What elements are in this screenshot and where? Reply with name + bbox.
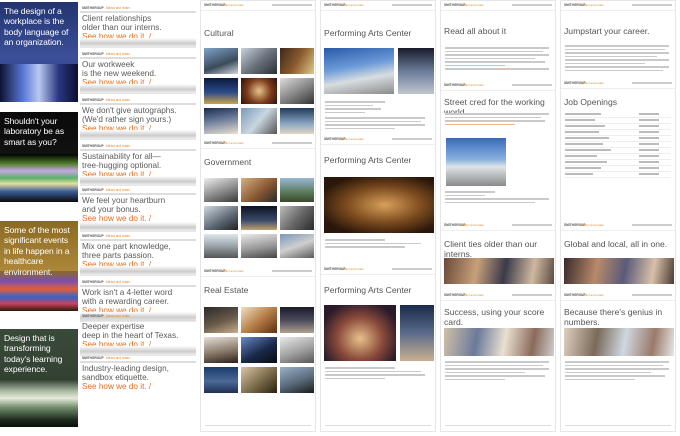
section-title-pac-2: Performing Arts Center — [324, 155, 412, 165]
article-title-client: Client ties older than our interns. — [444, 239, 538, 259]
people-photo[interactable] — [443, 257, 555, 285]
photo[interactable] — [279, 47, 315, 75]
slice-7[interactable]: SMITHGROUP Attract and retain Deeper exper… — [80, 312, 196, 356]
slice-1[interactable]: SMITHGROUP Attract and retain Our workweek… — [80, 50, 196, 94]
careers-page: SMITHGROUP Attract and retain Jumpstart y… — [560, 0, 676, 432]
slice-2[interactable]: SMITHGROUP Attract and retain We don't giv… — [80, 96, 196, 140]
section-title-realestate: Real Estate — [204, 285, 249, 295]
career-title-global: Global and local, all in one. — [564, 239, 668, 249]
banner-text: Shouldn't your laboratory be as smart as… — [4, 116, 65, 147]
people-photo[interactable] — [563, 327, 675, 357]
banner-laboratory[interactable]: Shouldn't your laboratory be as smart as… — [0, 112, 78, 202]
job-row[interactable] — [565, 143, 671, 148]
photo[interactable] — [279, 205, 315, 231]
people-photo[interactable] — [443, 327, 555, 357]
photo[interactable] — [203, 205, 239, 231]
photo[interactable] — [203, 336, 239, 364]
slice-4[interactable]: SMITHGROUP Attract and retain We feel your… — [80, 186, 196, 232]
photo[interactable] — [203, 107, 239, 135]
photo[interactable] — [399, 304, 435, 362]
photo[interactable] — [279, 107, 315, 135]
photo[interactable] — [279, 336, 315, 364]
job-row[interactable] — [565, 131, 671, 136]
photo[interactable] — [240, 177, 278, 203]
photo[interactable] — [240, 77, 278, 105]
career-title-genius: Because there's genius in numbers. — [564, 307, 663, 327]
banner-workplace[interactable]: The design of a workplace is the body la… — [0, 2, 78, 102]
job-row[interactable] — [565, 173, 671, 178]
section-title-pac-1: Performing Arts Center — [324, 28, 412, 38]
career-title-jobs: Job Openings — [564, 97, 618, 107]
article-title-success: Success, using your score card. — [444, 307, 545, 327]
banner-healthcare[interactable]: Some of the most significant events in l… — [0, 221, 78, 311]
slice-8[interactable]: SMITHGROUP Attract and retain Industry-lea… — [80, 354, 196, 432]
job-row[interactable] — [565, 137, 671, 142]
photo[interactable] — [279, 366, 315, 394]
photo[interactable] — [240, 233, 278, 259]
pac-page: SMITHGROUP Attract and retain Performing … — [320, 0, 436, 432]
photo[interactable] — [203, 233, 239, 259]
banner-text: The design of a workplace is the body la… — [4, 6, 69, 48]
hero-photo[interactable] — [323, 47, 395, 95]
photo[interactable] — [203, 47, 239, 75]
headline-column: SMITHGROUP Attract and retain Client relat… — [80, 0, 198, 436]
photo[interactable] — [203, 366, 239, 394]
photo[interactable] — [203, 306, 239, 334]
photo[interactable] — [240, 336, 278, 364]
article-page: SMITHGROUP Attract and retain Read all ab… — [440, 0, 556, 432]
article-title-read: Read all about it — [444, 26, 507, 36]
photo[interactable] — [240, 107, 278, 135]
photo[interactable] — [279, 233, 315, 259]
job-row[interactable] — [565, 125, 671, 130]
job-row[interactable] — [565, 155, 671, 160]
photo[interactable] — [397, 47, 435, 95]
job-row[interactable] — [565, 149, 671, 154]
career-title-jump: Jumpstart your career. — [564, 26, 650, 36]
slice-5[interactable]: SMITHGROUP Attract and retain Mix one part… — [80, 232, 196, 276]
banner-column: The design of a workplace is the body la… — [0, 0, 80, 436]
slice-0[interactable]: SMITHGROUP Attract and retain Client relat… — [80, 4, 196, 48]
banner-text: Some of the most significant events in l… — [4, 225, 70, 277]
photo[interactable] — [203, 177, 239, 203]
see-how-link[interactable]: See how we do it. / — [82, 382, 182, 392]
banner-learning[interactable]: Design that is transforming today's lear… — [0, 329, 78, 427]
photo[interactable] — [279, 77, 315, 105]
photo[interactable] — [240, 306, 278, 334]
people-photo[interactable] — [563, 257, 675, 285]
section-title-cultural: Cultural — [204, 28, 234, 38]
job-row[interactable] — [565, 119, 671, 124]
hero-photo[interactable] — [323, 304, 397, 362]
photo[interactable] — [279, 306, 315, 334]
section-title-pac-3: Performing Arts Center — [324, 285, 412, 295]
photo[interactable] — [279, 177, 315, 203]
job-row[interactable] — [565, 167, 671, 172]
job-row[interactable] — [565, 113, 671, 118]
photo[interactable] — [240, 47, 278, 75]
job-row[interactable] — [565, 161, 671, 166]
photo[interactable] — [240, 366, 278, 394]
section-title-government: Government — [204, 157, 252, 167]
building-photo[interactable] — [445, 137, 507, 187]
photo[interactable] — [240, 205, 278, 231]
slice-3[interactable]: SMITHGROUP Attract and retain Sustainabili… — [80, 142, 196, 186]
portfolio-page: SMITHGROUP Attract and retain Cultural SM… — [200, 0, 316, 432]
photo[interactable] — [203, 77, 239, 105]
hero-photo[interactable] — [323, 176, 435, 234]
banner-text: Design that is transforming today's lear… — [4, 333, 63, 375]
